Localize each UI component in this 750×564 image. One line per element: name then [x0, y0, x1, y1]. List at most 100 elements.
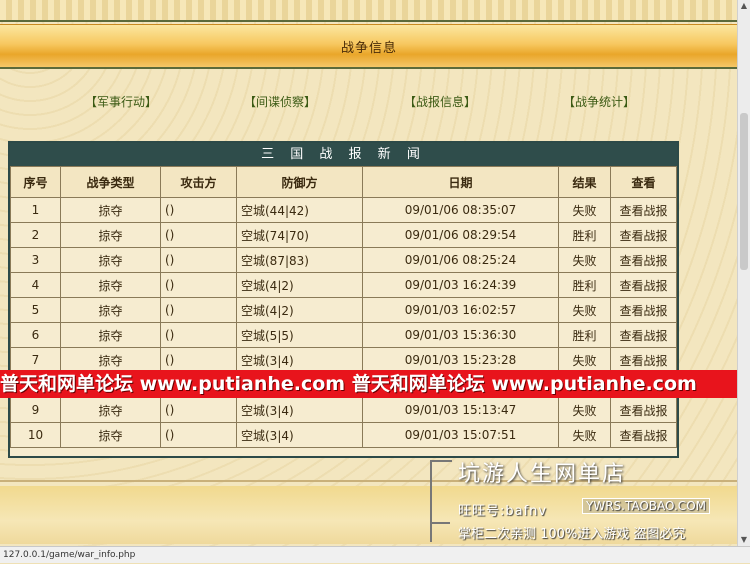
- cell-attacker: (): [160, 322, 237, 348]
- table-row: 10 掠夺() 空城(3|4) 09/01/03 15:07:51 失败 查看战报: [10, 422, 677, 448]
- cell-defender: 空城(3|4): [236, 347, 363, 373]
- cell-index: 5: [10, 297, 61, 323]
- page-title: 战争信息: [340, 41, 397, 56]
- cell-date: 09/01/03 16:24:39: [362, 272, 559, 298]
- cell-war-type: 掠夺: [60, 197, 161, 223]
- view-report-link[interactable]: 查看战报: [619, 204, 667, 218]
- col-header-index: 序号: [10, 166, 61, 198]
- cell-result: 失败: [558, 347, 611, 373]
- cell-index: 6: [10, 322, 61, 348]
- cell-result: 失败: [558, 297, 611, 323]
- cell-date: 09/01/03 15:07:51: [362, 422, 559, 448]
- table-row: 3 掠夺() 空城(87|83) 09/01/06 08:25:24 失败 查看战报: [10, 247, 677, 273]
- shop-note: 掌柜二次亲测 100%进入游戏 盗图必究: [458, 527, 686, 542]
- cell-view: 查看战报: [610, 247, 677, 273]
- cell-defender: 空城(87|83): [236, 247, 363, 273]
- watermark-frame: [430, 522, 450, 524]
- cell-attacker: (): [160, 247, 237, 273]
- cell-war-type: 掠夺: [60, 397, 161, 423]
- table-row: 4 掠夺() 空城(4|2) 09/01/03 16:24:39 胜利 查看战报: [10, 272, 677, 298]
- view-report-link[interactable]: 查看战报: [619, 254, 667, 268]
- cell-attacker: (): [160, 397, 237, 423]
- cell-war-type: 掠夺: [60, 272, 161, 298]
- cell-attacker: (): [160, 272, 237, 298]
- view-report-link[interactable]: 查看战报: [619, 279, 667, 293]
- nav-military-action[interactable]: 【军事行动】: [85, 93, 157, 110]
- table-row: 5 掠夺() 空城(4|2) 09/01/03 16:02:57 失败 查看战报: [10, 297, 677, 323]
- cell-index: 4: [10, 272, 61, 298]
- scroll-up-icon[interactable]: ▲: [738, 0, 750, 12]
- scroll-down-icon[interactable]: ▼: [738, 534, 750, 546]
- cell-result: 失败: [558, 422, 611, 448]
- col-header-war-type: 战争类型: [60, 166, 161, 198]
- cell-war-type: 掠夺: [60, 247, 161, 273]
- divider: [0, 67, 738, 69]
- cell-defender: 空城(44|42): [236, 197, 363, 223]
- cell-attacker: (): [160, 197, 237, 223]
- title-bar: 战争信息: [0, 24, 738, 68]
- scrollbar-thumb[interactable]: [740, 113, 748, 270]
- cell-date: 09/01/03 15:36:30: [362, 322, 559, 348]
- cell-date: 09/01/06 08:29:54: [362, 222, 559, 248]
- cell-result: 失败: [558, 247, 611, 273]
- cell-view: 查看战报: [610, 422, 677, 448]
- cell-attacker: (): [160, 297, 237, 323]
- cell-attacker: (): [160, 422, 237, 448]
- cell-defender: 空城(74|70): [236, 222, 363, 248]
- cell-result: 失败: [558, 397, 611, 423]
- cell-defender: 空城(4|2): [236, 297, 363, 323]
- table-header-row: 序号 战争类型 攻击方 防御方 日期 结果 查看: [10, 166, 677, 198]
- col-header-view: 查看: [610, 166, 677, 198]
- table-row: 7 掠夺() 空城(3|4) 09/01/03 15:23:28 失败 查看战报: [10, 347, 677, 373]
- cell-date: 09/01/03 16:02:57: [362, 297, 559, 323]
- cell-view: 查看战报: [610, 322, 677, 348]
- cell-index: 10: [10, 422, 61, 448]
- cell-view: 查看战报: [610, 222, 677, 248]
- cell-war-type: 掠夺: [60, 322, 161, 348]
- cell-defender: 空城(5|5): [236, 322, 363, 348]
- view-report-link[interactable]: 查看战报: [619, 404, 667, 418]
- shop-watermark: 坑游人生网单店 旺旺号:bafnv YWRS.TAOBAO.COM 掌柜二次亲测…: [430, 456, 750, 546]
- view-report-link[interactable]: 查看战报: [619, 354, 667, 368]
- cell-index: 2: [10, 222, 61, 248]
- shop-name: 坑游人生网单店: [458, 462, 627, 487]
- cell-view: 查看战报: [610, 397, 677, 423]
- cell-index: 1: [10, 197, 61, 223]
- shop-wangwang: 旺旺号:bafnv: [458, 504, 548, 519]
- cell-war-type: 掠夺: [60, 422, 161, 448]
- col-header-date: 日期: [362, 166, 559, 198]
- cell-attacker: (): [160, 222, 237, 248]
- nav-battle-reports[interactable]: 【战报信息】: [404, 93, 476, 110]
- cell-view: 查看战报: [610, 197, 677, 223]
- view-report-link[interactable]: 查看战报: [619, 429, 667, 443]
- view-report-link[interactable]: 查看战报: [619, 229, 667, 243]
- cell-result: 胜利: [558, 222, 611, 248]
- battle-report-panel: 三 国 战 报 新 闻 序号 战争类型 攻击方 防御方 日期 结果 查看 1 掠夺…: [8, 141, 679, 458]
- cell-war-type: 掠夺: [60, 297, 161, 323]
- col-header-result: 结果: [558, 166, 611, 198]
- cell-view: 查看战报: [610, 272, 677, 298]
- watermark-banner-text: 普天和网单论坛 www.putianhe.com 普天和网单论坛 www.put…: [0, 373, 697, 395]
- cell-attacker: (): [160, 347, 237, 373]
- cell-view: 查看战报: [610, 297, 677, 323]
- table-row: 6 掠夺() 空城(5|5) 09/01/03 15:36:30 胜利 查看战报: [10, 322, 677, 348]
- cell-defender: 空城(3|4): [236, 397, 363, 423]
- cell-date: 09/01/06 08:25:24: [362, 247, 559, 273]
- cell-view: 查看战报: [610, 347, 677, 373]
- cell-index: 9: [10, 397, 61, 423]
- cell-date: 09/01/03 15:23:28: [362, 347, 559, 373]
- vertical-scrollbar[interactable]: ▲ ▼: [737, 0, 750, 546]
- watermark-frame: [430, 460, 452, 542]
- nav-spy-scout[interactable]: 【间谍侦察】: [244, 93, 316, 110]
- table-row: 1 掠夺() 空城(44|42) 09/01/06 08:35:07 失败 查看战报: [10, 197, 677, 223]
- cell-war-type: 掠夺: [60, 222, 161, 248]
- divider: [0, 20, 738, 22]
- cell-index: 7: [10, 347, 61, 373]
- cell-date: 09/01/03 15:13:47: [362, 397, 559, 423]
- cell-result: 胜利: [558, 322, 611, 348]
- view-report-link[interactable]: 查看战报: [619, 329, 667, 343]
- view-report-link[interactable]: 查看战报: [619, 304, 667, 318]
- table-row: 9 掠夺() 空城(3|4) 09/01/03 15:13:47 失败 查看战报: [10, 397, 677, 423]
- nav-war-statistics[interactable]: 【战争统计】: [563, 93, 635, 110]
- col-header-defender: 防御方: [236, 166, 363, 198]
